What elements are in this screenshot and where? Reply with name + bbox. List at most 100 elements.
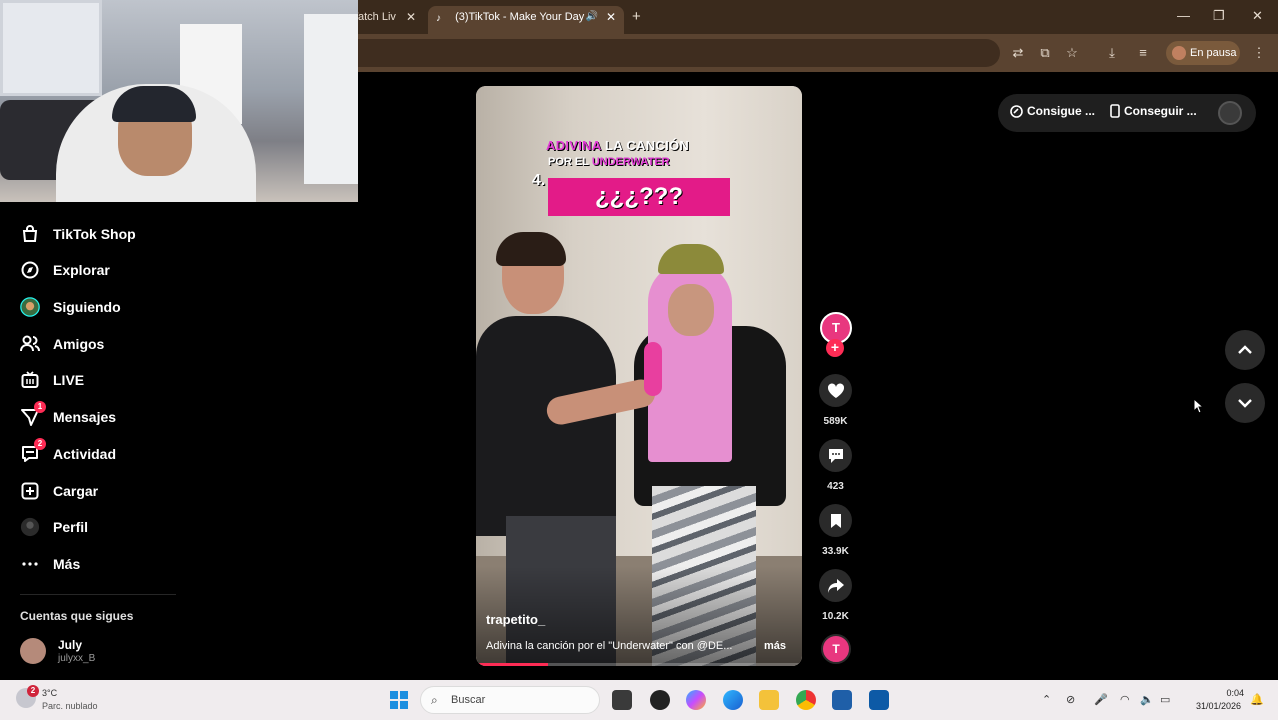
profile-avatar-icon [20, 517, 40, 537]
download-icon[interactable]: ⤓ [1104, 45, 1120, 61]
following-section-title: Cuentas que sigues [20, 609, 134, 623]
chrome-browser-icon[interactable] [796, 690, 816, 710]
restore-button[interactable]: ❐ [1213, 8, 1225, 24]
get-app-button[interactable]: Conseguir ... [1110, 104, 1197, 118]
like-button[interactable] [819, 374, 852, 407]
tab-tiktok[interactable]: ♪ (3)TikTok - Make Your Day 🔊 ✕ [428, 6, 624, 34]
minimize-button[interactable]: — [1177, 8, 1190, 23]
unread-badge: 2 [34, 438, 46, 450]
video-description: Adivina la canción por el "Underwater" c… [486, 640, 733, 652]
share-arrow-icon [827, 578, 844, 593]
comment-button[interactable] [819, 439, 852, 472]
compass-icon [20, 260, 40, 280]
sidebar-item-actividad[interactable]: 2 Actividad [20, 438, 116, 466]
sidebar-item-tiktok-shop[interactable]: TikTok Shop [20, 222, 136, 246]
browser-menu-icon[interactable]: ⋮ [1251, 45, 1267, 61]
video-person-left-body [476, 316, 616, 536]
get-coins-label: Consigue ... [1027, 104, 1096, 118]
sidebar-item-label: Siguiendo [53, 299, 121, 315]
get-coins-button[interactable]: Consigue ... [1010, 104, 1095, 118]
bookmark-star-icon[interactable]: ☆ [1064, 45, 1080, 61]
sidebar-item-perfil[interactable]: Perfil [20, 515, 88, 539]
live-tv-icon [20, 370, 40, 390]
screen: Watch Liv ✕ ♪ (3)TikTok - Make Your Day … [0, 0, 1278, 720]
profile-paused-button[interactable]: En pausa [1166, 41, 1240, 65]
translate-icon[interactable]: ⇄ [1010, 45, 1026, 61]
sidebar-item-siguiendo[interactable]: Siguiendo [20, 295, 121, 319]
clock-date[interactable]: 31/01/2026 [1196, 701, 1241, 711]
sidebar-item-label: Amigos [53, 336, 105, 352]
app-icon-store[interactable] [869, 690, 889, 710]
video-person-left-hair [496, 232, 566, 266]
heart-icon [827, 382, 844, 398]
description-more-button[interactable]: más [764, 640, 786, 652]
music-disc-avatar[interactable]: T [821, 634, 851, 664]
tray-battery-icon[interactable]: ▭ [1160, 693, 1170, 706]
get-app-label: Conseguir ... [1124, 104, 1197, 118]
follow-plus-button[interactable]: + [826, 339, 844, 357]
tray-overflow-chevron-icon[interactable]: ⌃ [1042, 693, 1051, 706]
reading-list-icon[interactable]: ≡ [1135, 45, 1151, 61]
sidebar-item-label: Mensajes [53, 409, 117, 425]
more-dots-icon [20, 554, 40, 574]
notification-bell-icon[interactable]: 🔔 [1250, 693, 1264, 706]
new-tab-button[interactable]: + [632, 8, 641, 25]
previous-video-button[interactable] [1225, 330, 1265, 370]
clock-time[interactable]: 0:04 [1224, 688, 1244, 698]
avatar [20, 638, 46, 664]
sidebar-item-explorar[interactable]: Explorar [20, 258, 110, 282]
sidebar-item-live[interactable]: LIVE [20, 368, 84, 392]
close-window-button[interactable]: ✕ [1252, 8, 1263, 24]
tray-wifi-icon[interactable]: ◠ [1120, 693, 1130, 706]
like-count: 589K [823, 416, 848, 427]
save-count: 33.9K [822, 546, 849, 557]
weather-temperature[interactable]: 3°C [42, 688, 57, 698]
speaker-icon[interactable]: 🔊 [586, 6, 598, 28]
top-right-actions: Consigue ... Conseguir ... [998, 94, 1256, 132]
user-avatar[interactable] [1218, 101, 1242, 125]
tab-close-icon[interactable]: ✕ [606, 6, 616, 28]
copilot-icon[interactable] [686, 690, 706, 710]
video-caption-highlight: ADIVINA [546, 138, 602, 153]
chevron-up-icon [1238, 345, 1252, 354]
video-player[interactable]: ADIVINA LA CANCIÓN POR EL UNDERWATER 4. … [476, 86, 802, 666]
windows-taskbar: 2 3°C Parc. nublado ⌕ Buscar ⌃ ⊘ 🎤 ◠ 🔈 ▭… [0, 680, 1278, 720]
tiktok-favicon-icon: ♪ [436, 13, 441, 24]
taskbar-search-placeholder: Buscar [451, 694, 486, 706]
tray-microphone-icon[interactable]: 🎤 [1094, 693, 1108, 706]
sidebar-item-cargar[interactable]: Cargar [20, 479, 98, 503]
sidebar-divider [20, 594, 176, 595]
install-app-icon[interactable]: ⧉ [1037, 45, 1053, 61]
tray-volume-icon[interactable]: 🔈 [1140, 693, 1154, 706]
share-button[interactable] [819, 569, 852, 602]
edge-browser-icon[interactable] [723, 690, 743, 710]
video-caption-text: LA CANCIÓN [601, 138, 690, 153]
sidebar-item-mas[interactable]: Más [20, 552, 80, 576]
bookmark-icon [830, 513, 841, 528]
sidebar-item-amigos[interactable]: Amigos [20, 332, 104, 356]
video-progress-fill [476, 663, 548, 666]
taskbar-search[interactable]: ⌕ Buscar [420, 686, 600, 714]
following-account-item[interactable]: July julyxx_B [20, 636, 180, 670]
webcam-room-window [0, 0, 102, 96]
sidebar-item-mensajes[interactable]: 1 Mensajes [20, 401, 117, 429]
webcam-person-cap [112, 86, 196, 122]
video-person-right-face [668, 284, 714, 336]
windows-start-icon[interactable] [390, 691, 408, 709]
app-icon-obs[interactable] [650, 690, 670, 710]
chevron-down-icon [1238, 399, 1252, 408]
file-explorer-icon[interactable] [759, 690, 779, 710]
video-progress-bar[interactable] [476, 663, 802, 666]
tab-close-icon[interactable]: ✕ [406, 6, 416, 28]
video-author[interactable]: trapetito_ [486, 612, 545, 627]
app-icon-capture[interactable] [832, 690, 852, 710]
weather-description[interactable]: Parc. nublado [42, 701, 98, 711]
next-video-button[interactable] [1225, 383, 1265, 423]
save-button[interactable] [819, 504, 852, 537]
sidebar-item-label: Perfil [53, 519, 89, 535]
address-bar[interactable] [340, 39, 1000, 67]
video-microphone [644, 342, 662, 396]
task-view-icon[interactable] [612, 690, 632, 710]
following-avatar-icon [20, 297, 40, 317]
tray-network-off-icon[interactable]: ⊘ [1066, 693, 1075, 706]
